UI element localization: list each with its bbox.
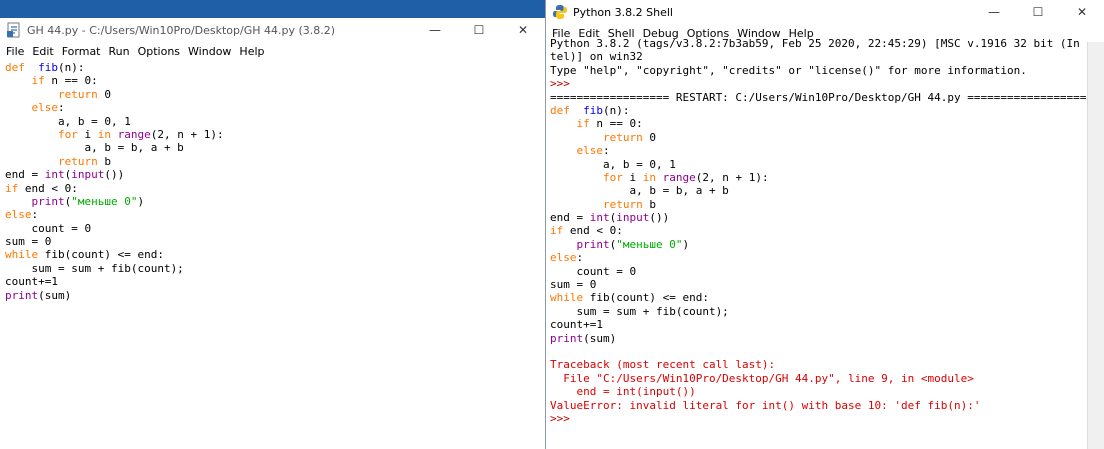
shell-output-line: return b <box>602 197 656 211</box>
editor-code-line: print("меньше 0") <box>31 194 145 208</box>
shell-output-line: return 0 <box>602 130 656 144</box>
shell-output-line: end = int(input()) <box>550 211 670 225</box>
shell-output-line: else: <box>550 251 584 265</box>
editor-code-line: sum = 0 <box>5 235 52 249</box>
shell-output-line: end = int(input()) <box>550 385 696 399</box>
editor-code-line: sum = sum + fib(count); <box>5 261 184 275</box>
editor-code-area[interactable]: def fib(n): if n == 0: return 0 else: a,… <box>5 61 224 302</box>
editor-menubar: File Edit Format Run Options Window Help <box>0 42 545 60</box>
shell-output-line: Python 3.8.2 (tags/v3.8.2:7b3ab59, Feb 2… <box>550 37 1080 50</box>
shell-close-button[interactable]: ✕ <box>1060 0 1104 24</box>
shell-output-line: def fib(n): <box>550 103 630 117</box>
editor-menu-window[interactable]: Window <box>184 45 235 58</box>
editor-menu-options[interactable]: Options <box>134 45 184 58</box>
editor-menu-edit[interactable]: Edit <box>28 45 57 58</box>
shell-output-line: ValueError: invalid literal for int() wi… <box>550 398 981 412</box>
shell-minimize-button[interactable]: — <box>972 0 1016 24</box>
editor-code-line: a, b = b, a + b <box>5 141 184 155</box>
shell-output-line <box>550 345 1086 358</box>
shell-maximize-button[interactable]: ☐ <box>1016 0 1060 24</box>
shell-output-line: >>> <box>550 77 577 91</box>
editor-window: GH 44.py - C:/Users/Win10Pro/Desktop/GH … <box>0 18 546 449</box>
shell-output-line: if end < 0: <box>550 224 623 238</box>
editor-code-line: while fib(count) <= end: <box>5 248 164 262</box>
shell-output-line: if n == 0: <box>576 117 643 131</box>
shell-output-line: ================== RESTART: C:/Users/Win… <box>550 90 1087 104</box>
editor-menu-file[interactable]: File <box>2 45 28 58</box>
editor-menu-help[interactable]: Help <box>235 45 268 58</box>
shell-output-line: count+=1 <box>550 318 603 332</box>
shell-titlebar[interactable]: Python 3.8.2 Shell — ☐ ✕ <box>546 0 1104 24</box>
shell-output-line: print("меньше 0") <box>576 237 690 251</box>
shell-output-area[interactable]: Python 3.8.2 (tags/v3.8.2:7b3ab59, Feb 2… <box>550 37 1086 425</box>
editor-title: GH 44.py - C:/Users/Win10Pro/Desktop/GH … <box>27 23 336 37</box>
shell-output-line: count = 0 <box>550 264 637 278</box>
editor-code-line: end = int(input()) <box>5 168 125 182</box>
shell-title: Python 3.8.2 Shell <box>573 5 673 19</box>
shell-output-line: Traceback (most recent call last): <box>550 358 776 372</box>
editor-code-line: else: <box>31 101 65 115</box>
editor-code-line: return b <box>57 154 111 168</box>
shell-output-line: >>> <box>550 411 577 425</box>
editor-maximize-button[interactable]: ☐ <box>457 18 501 42</box>
shell-output-line: else: <box>576 144 610 158</box>
shell-output-line: for i in range(2, n + 1): <box>602 170 769 184</box>
editor-code-line: if n == 0: <box>31 74 98 88</box>
shell-output-line: File "C:/Users/Win10Pro/Desktop/GH 44.py… <box>550 371 974 385</box>
shell-output-line: a, b = b, a + b <box>550 184 729 198</box>
shell-output-line: sum = sum + fib(count); <box>550 304 729 318</box>
editor-code-line: count+=1 <box>5 275 58 289</box>
editor-code-line: count = 0 <box>5 221 92 235</box>
editor-code-line: if end < 0: <box>5 181 78 195</box>
editor-titlebar[interactable]: GH 44.py - C:/Users/Win10Pro/Desktop/GH … <box>0 18 545 42</box>
editor-code-line: print(sum) <box>5 288 72 302</box>
shell-output-line: tel)] on win32 <box>550 50 643 64</box>
editor-code-line: def fib(n): <box>5 61 85 74</box>
python-file-icon <box>7 22 20 38</box>
shell-window: Python 3.8.2 Shell — ☐ ✕ File Edit Shell De… <box>545 0 1104 449</box>
editor-minimize-button[interactable]: — <box>413 18 457 42</box>
shell-output-line: print(sum) <box>550 331 617 345</box>
shell-output-line: while fib(count) <= end: <box>550 291 709 305</box>
shell-output-line: sum = 0 <box>550 278 597 292</box>
shell-output-line: a, b = 0, 1 <box>550 157 676 171</box>
editor-code-line: else: <box>5 208 39 222</box>
editor-code-line: return 0 <box>57 87 111 101</box>
editor-menu-format[interactable]: Format <box>58 45 105 58</box>
editor-close-button[interactable]: ✕ <box>501 18 545 42</box>
shell-output-line: Type "help", "copyright", "credits" or "… <box>550 63 1027 77</box>
editor-code-line: a, b = 0, 1 <box>5 114 131 128</box>
shell-scrollbar[interactable] <box>1087 42 1104 449</box>
editor-menu-run[interactable]: Run <box>105 45 134 58</box>
python-logo-icon <box>553 5 567 19</box>
editor-code-line: for i in range(2, n + 1): <box>57 127 224 141</box>
